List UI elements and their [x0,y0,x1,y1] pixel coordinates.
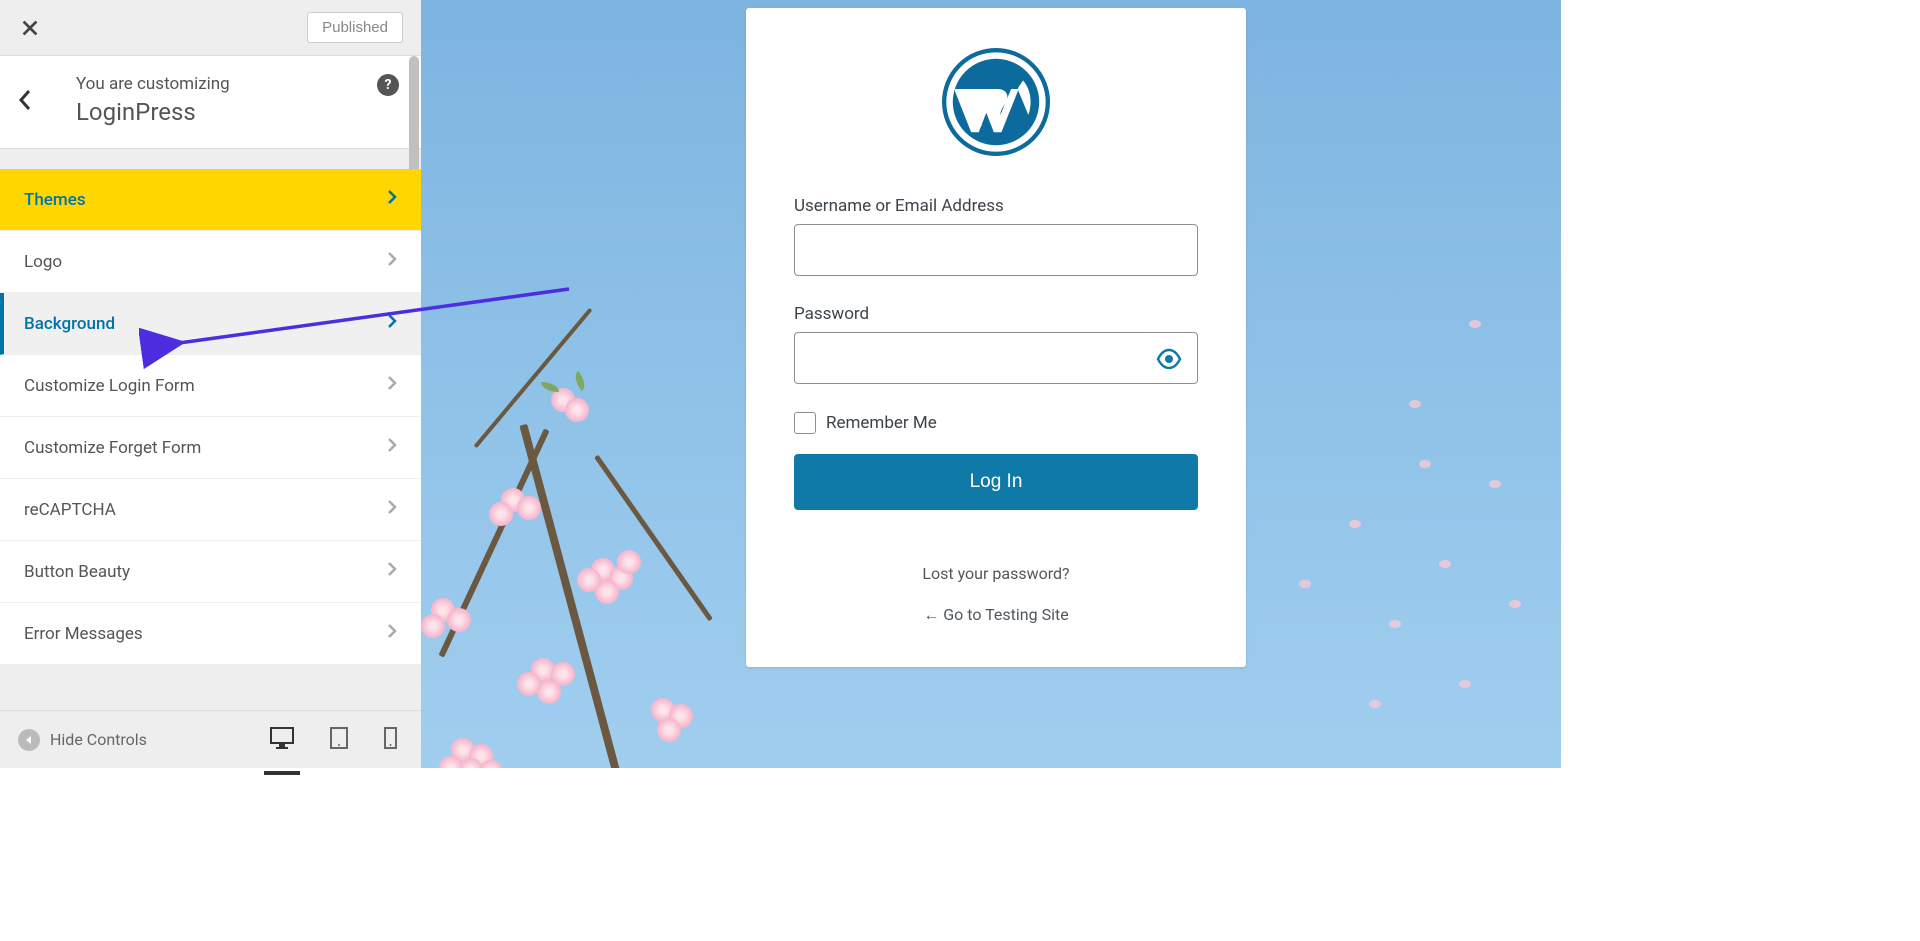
menu-label: reCAPTCHA [24,500,116,520]
chevron-right-icon [387,189,397,210]
menu-item-button-beauty[interactable]: Button Beauty [0,541,421,603]
menu-label: Button Beauty [24,562,130,582]
menu-item-logo[interactable]: Logo [0,231,421,293]
menu-item-recaptcha[interactable]: reCAPTCHA [0,479,421,541]
device-desktop[interactable] [264,723,300,757]
chevron-right-icon [387,499,397,520]
device-tablet[interactable] [324,723,354,757]
menu-label: Themes [24,190,86,210]
panel-header-text: You are customizing LoginPress [76,74,377,126]
back-button[interactable] [18,89,58,111]
username-input[interactable] [794,224,1198,276]
wordpress-logo[interactable] [794,48,1198,156]
login-form-box: Username or Email Address Password Remem… [746,8,1246,667]
help-button[interactable]: ? [377,74,399,96]
login-links: Lost your password? ← Go to Testing Site [794,564,1198,625]
top-bar: Published [0,0,421,56]
panel-title: LoginPress [76,98,377,126]
chevron-right-icon [387,561,397,582]
menu-item-customize-login-form[interactable]: Customize Login Form [0,355,421,417]
chevron-right-icon [387,437,397,458]
menu-item-themes[interactable]: Themes [0,169,421,231]
tablet-icon [330,727,348,749]
collapse-icon [18,729,40,751]
bottom-bar: Hide Controls [0,710,421,768]
device-switcher [264,723,403,757]
chevron-left-icon [18,89,32,111]
panel-header: You are customizing LoginPress ? [0,56,421,149]
remember-me-label: Remember Me [826,413,937,433]
menu-list: Themes Logo Background Customize Login F… [0,169,421,710]
preview-area: Username or Email Address Password Remem… [421,0,1561,768]
remember-me-wrap: Remember Me [794,412,1198,434]
chevron-right-icon [387,313,397,334]
mobile-icon [384,727,397,749]
chevron-right-icon [387,375,397,396]
login-button[interactable]: Log In [794,454,1198,510]
close-button[interactable] [18,16,42,40]
hide-controls-label: Hide Controls [50,730,147,749]
desktop-icon [270,727,294,749]
menu-item-background[interactable]: Background [0,293,421,355]
remember-me-checkbox[interactable] [794,412,816,434]
close-icon [19,17,41,39]
password-input[interactable] [794,332,1198,384]
menu-label: Background [24,314,115,334]
menu-label: Logo [24,252,62,272]
hide-controls-button[interactable]: Hide Controls [18,729,264,751]
show-password-button[interactable] [1156,346,1182,376]
username-label: Username or Email Address [794,196,1198,216]
chevron-right-icon [387,623,397,644]
published-button[interactable]: Published [307,12,403,43]
lost-password-link[interactable]: Lost your password? [794,564,1198,583]
menu-label: Error Messages [24,624,143,644]
customizing-label: You are customizing [76,74,377,94]
menu-item-customize-forget-form[interactable]: Customize Forget Form [0,417,421,479]
device-mobile[interactable] [378,723,403,757]
wordpress-logo-icon [942,48,1050,156]
back-to-site-link[interactable]: ← Go to Testing Site [794,605,1198,625]
chevron-right-icon [387,251,397,272]
customizer-sidebar: Published You are customizing LoginPress… [0,0,421,768]
eye-icon [1156,346,1182,372]
menu-label: Customize Login Form [24,376,195,396]
menu-label: Customize Forget Form [24,438,201,458]
menu-item-error-messages[interactable]: Error Messages [0,603,421,665]
password-label: Password [794,304,1198,324]
